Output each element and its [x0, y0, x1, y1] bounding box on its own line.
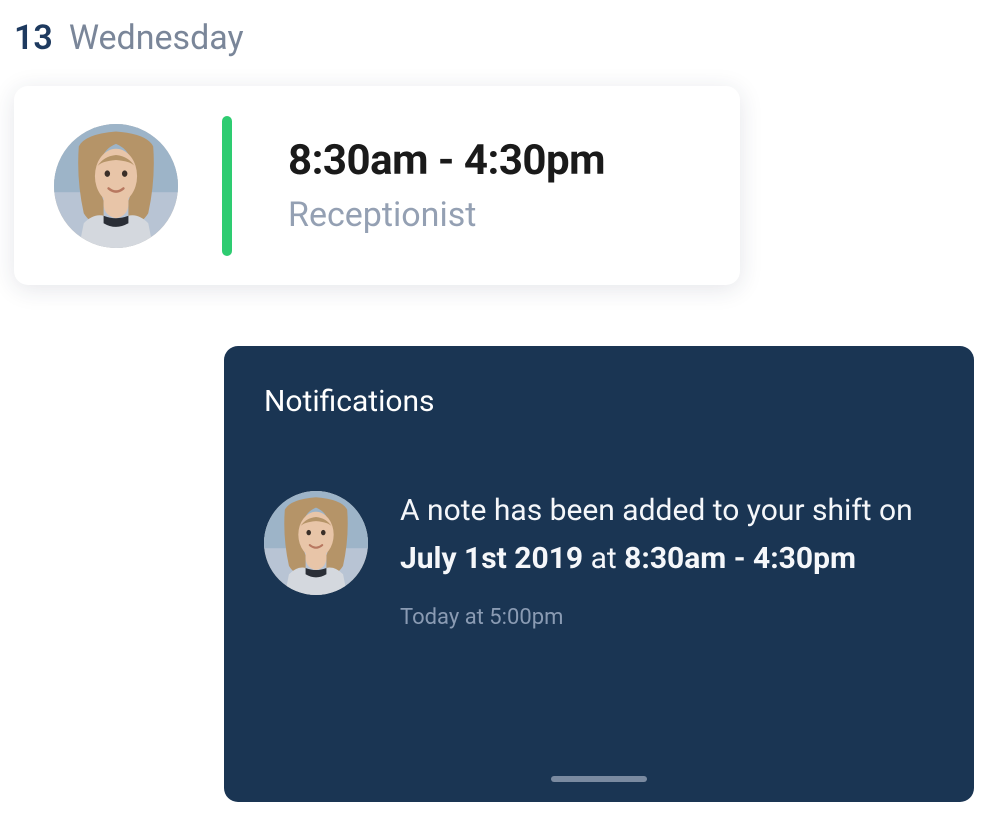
shift-card[interactable]: 8:30am - 4:30pm Receptionist	[14, 86, 740, 285]
notification-message-time: 8:30am - 4:30pm	[624, 541, 856, 576]
avatar-image	[264, 491, 368, 595]
date-day: Wednesday	[69, 18, 244, 58]
drag-handle[interactable]	[551, 776, 647, 782]
shift-time: 8:30am - 4:30pm	[288, 136, 605, 185]
notification-content: A note has been added to your shift on J…	[400, 487, 934, 630]
notification-message-date: July 1st 2019	[400, 541, 583, 576]
notification-message-mid: at	[583, 541, 624, 576]
notification-message: A note has been added to your shift on J…	[400, 487, 924, 583]
notification-timestamp: Today at 5:00pm	[400, 605, 924, 630]
notification-message-prefix: A note has been added to your shift on	[400, 493, 913, 528]
notification-item[interactable]: A note has been added to your shift on J…	[264, 487, 934, 630]
shift-role: Receptionist	[288, 195, 605, 235]
notifications-panel: Notifications A note has been added to y…	[224, 346, 974, 802]
avatar	[264, 491, 368, 595]
notifications-title: Notifications	[264, 384, 934, 419]
shift-accent-bar	[222, 116, 232, 256]
date-header: 13 Wednesday	[14, 18, 244, 58]
avatar	[54, 124, 178, 248]
date-number: 13	[14, 18, 53, 58]
shift-info: 8:30am - 4:30pm Receptionist	[288, 136, 605, 235]
avatar-image	[54, 124, 178, 248]
